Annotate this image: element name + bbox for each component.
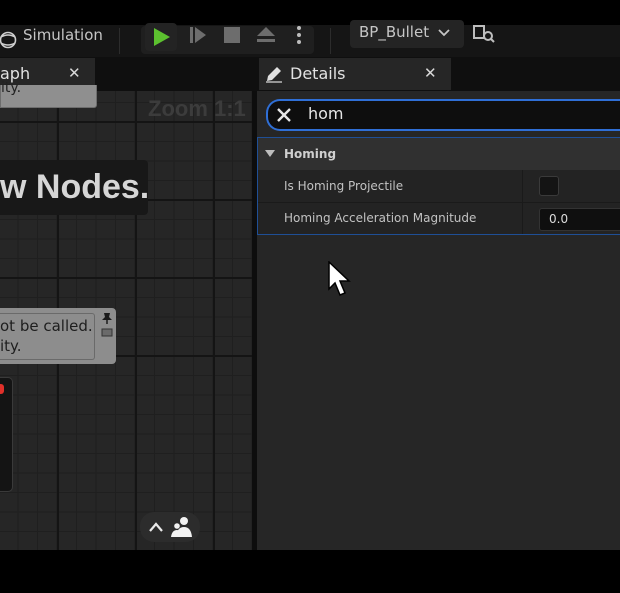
blueprint-graph-canvas[interactable]: ity. Zoom 1:1 w Nodes. ot be called. ity… <box>0 80 252 550</box>
simulation-label[interactable]: Simulation <box>23 19 103 51</box>
play-button[interactable] <box>145 23 177 51</box>
comment-node[interactable]: ot be called. ity. <box>0 308 116 364</box>
stop-icon[interactable] <box>222 25 242 45</box>
category-homing[interactable]: Homing <box>258 138 620 170</box>
property-label: Homing Acceleration Magnitude <box>284 211 477 225</box>
blueprint-debug-dropdown[interactable]: BP_Bullet <box>350 20 464 48</box>
play-icon <box>154 28 170 46</box>
tab-details[interactable]: Details ✕ <box>259 58 451 90</box>
caret-down-icon <box>265 150 275 157</box>
close-icon[interactable]: ✕ <box>424 64 437 82</box>
mouse-cursor-icon <box>328 261 351 296</box>
tab-details-label: Details <box>290 64 346 83</box>
property-row-homing-acceleration-magnitude: Homing Acceleration Magnitude 0.0 <box>258 203 620 234</box>
clear-search-icon[interactable] <box>275 106 293 124</box>
big-comment-title[interactable]: w Nodes. <box>0 160 150 215</box>
details-search-input[interactable]: hom <box>308 104 344 123</box>
frame-skip-icon[interactable] <box>188 25 208 45</box>
function-node[interactable] <box>0 377 13 492</box>
chevron-down-icon <box>438 29 450 37</box>
more-options-icon[interactable] <box>294 23 304 47</box>
eject-icon[interactable] <box>255 25 277 45</box>
people-icon[interactable] <box>171 516 193 538</box>
property-section: Homing Is Homing Projectile Homing Accel… <box>257 137 620 235</box>
toolbar-separator <box>119 28 120 54</box>
details-search-box[interactable]: hom <box>266 99 620 131</box>
node-error-marker <box>0 384 4 394</box>
debug-object-icon[interactable] <box>473 24 495 44</box>
comment-top-text: ity. <box>1 80 22 96</box>
property-row-is-homing-projectile: Is Homing Projectile <box>258 170 620 203</box>
close-icon[interactable]: ✕ <box>68 64 81 82</box>
bottom-band <box>0 550 620 593</box>
pin-icon[interactable] <box>101 311 113 339</box>
zoom-label: Zoom 1:1 <box>148 96 246 121</box>
property-column-splitter[interactable] <box>522 170 523 202</box>
details-panel: hom Homing Is Homing Projectile Homing A… <box>257 91 620 550</box>
chevron-up-icon[interactable] <box>149 521 163 533</box>
category-homing-label: Homing <box>284 147 337 161</box>
toolbar-separator <box>330 28 331 54</box>
homing-acceleration-magnitude-value: 0.0 <box>549 212 569 226</box>
pencil-icon <box>266 67 282 83</box>
property-column-splitter[interactable] <box>522 203 523 234</box>
comment-line-2: ity. <box>0 337 22 355</box>
big-comment-text: w Nodes. <box>0 168 150 206</box>
homing-acceleration-magnitude-field[interactable]: 0.0 <box>539 208 620 231</box>
property-label: Is Homing Projectile <box>284 179 404 193</box>
is-homing-projectile-checkbox[interactable] <box>539 176 559 196</box>
comment-box-top[interactable]: ity. <box>0 80 97 108</box>
comment-line-1: ot be called. <box>0 317 93 335</box>
simulation-mode-icon <box>0 28 18 52</box>
main-toolbar: Simulation BP_Bullet <box>0 20 620 57</box>
blueprint-name: BP_Bullet <box>359 23 430 41</box>
bottom-floating-toolbar <box>140 512 200 542</box>
